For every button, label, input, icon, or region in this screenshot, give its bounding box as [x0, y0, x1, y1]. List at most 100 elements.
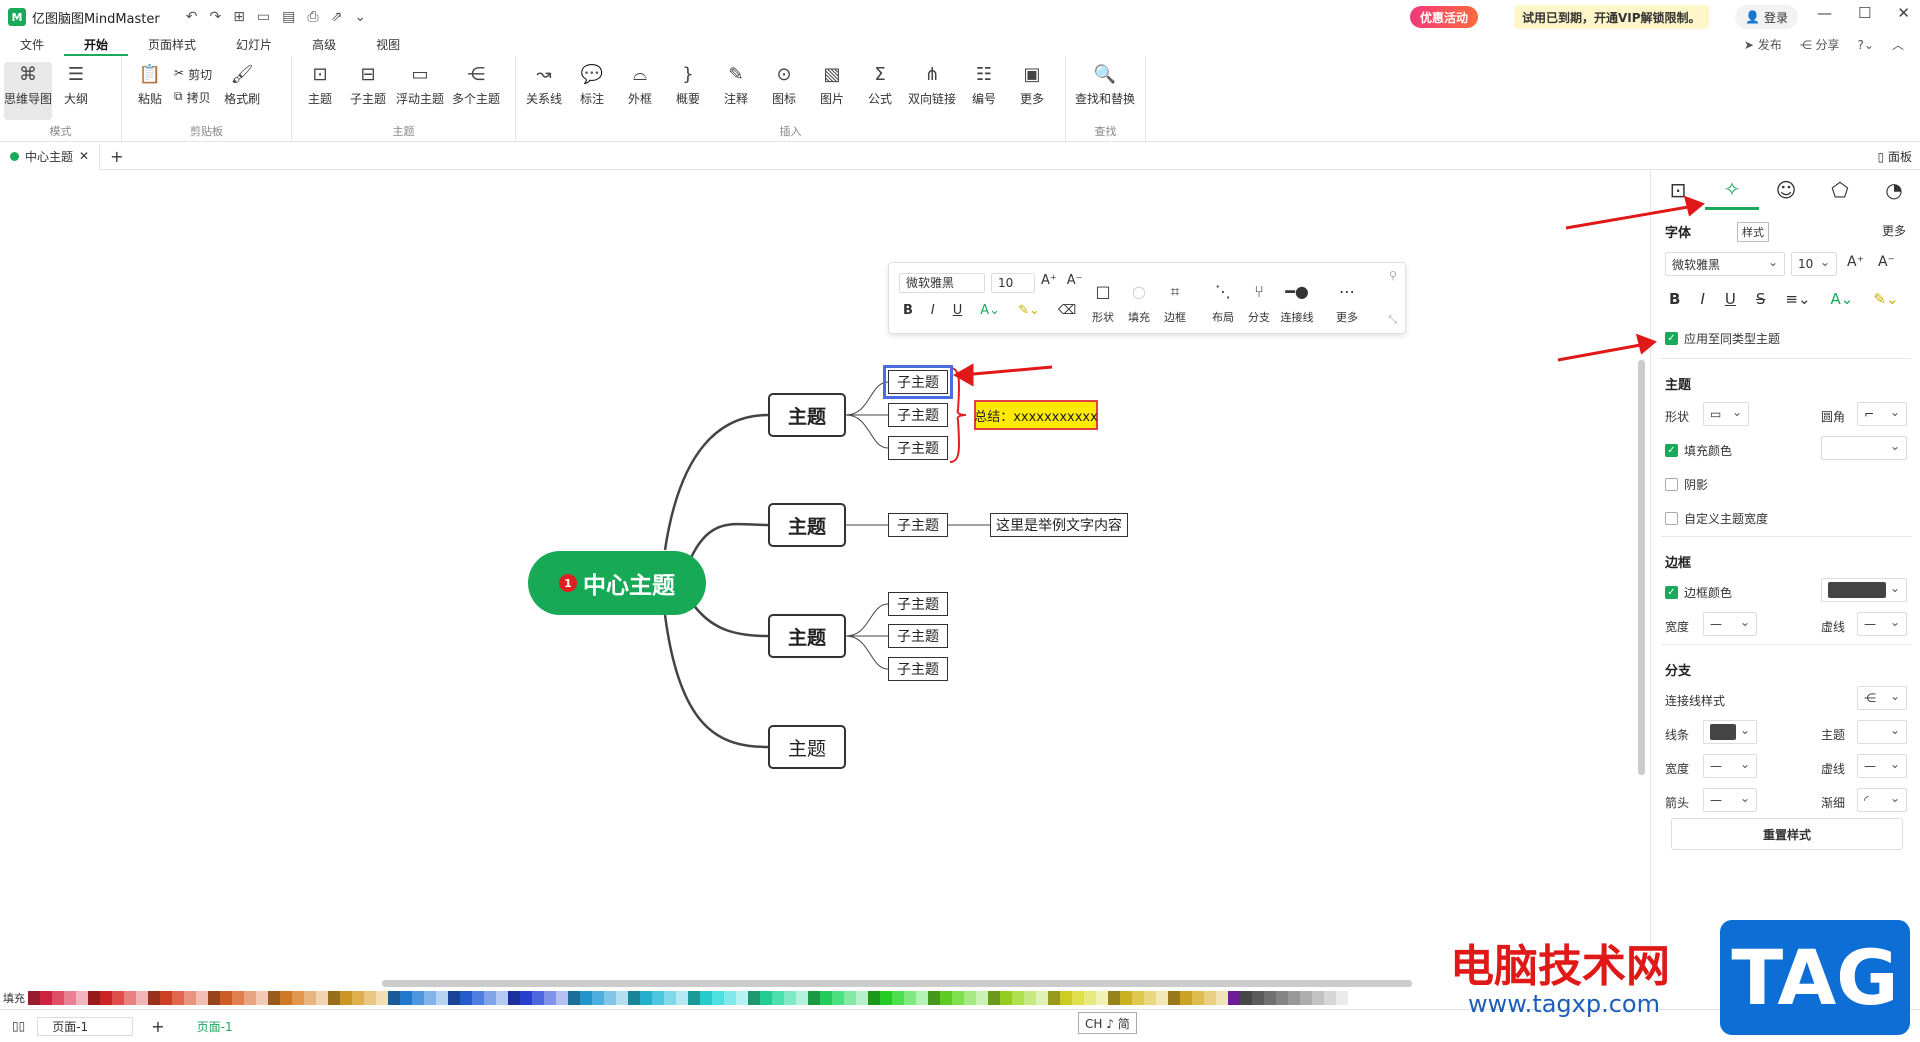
save-icon[interactable]: ▤	[282, 9, 295, 25]
help-icon[interactable]: ?⌄	[1858, 34, 1874, 56]
page-select[interactable]: 页面-1	[37, 1016, 134, 1036]
color-swatch[interactable]	[376, 991, 388, 1005]
arrow-select[interactable]: —	[1703, 788, 1757, 812]
color-swatch[interactable]	[568, 991, 580, 1005]
color-swatch[interactable]	[256, 991, 268, 1005]
color-swatch[interactable]	[352, 991, 364, 1005]
callout-button[interactable]: 💬 标注	[568, 62, 616, 107]
color-swatch[interactable]	[712, 991, 724, 1005]
color-swatch[interactable]	[832, 991, 844, 1005]
menu-slides[interactable]: 幻灯片	[216, 34, 292, 56]
more-font-link[interactable]: 更多	[1882, 222, 1906, 239]
branch-dash-select[interactable]: —	[1857, 754, 1907, 778]
color-swatch[interactable]	[1144, 991, 1156, 1005]
color-swatch[interactable]	[1156, 991, 1168, 1005]
color-swatch[interactable]	[172, 991, 184, 1005]
color-swatch[interactable]	[244, 991, 256, 1005]
color-swatch[interactable]	[196, 991, 208, 1005]
image-button[interactable]: ▧ 图片	[808, 62, 856, 107]
export-icon[interactable]: ⇗	[331, 9, 343, 25]
page-tab[interactable]: 页面-1	[183, 1018, 247, 1035]
color-swatch[interactable]	[280, 991, 292, 1005]
redo-icon[interactable]: ↷	[209, 9, 221, 25]
page-panel-icon[interactable]: ▯▯	[0, 1019, 37, 1033]
main-topic-3[interactable]: 主题	[768, 614, 846, 658]
line-style-select[interactable]: ⋲	[1857, 686, 1907, 710]
subtopic-button[interactable]: ⊟ 子主题	[344, 62, 392, 107]
color-swatch[interactable]	[1084, 991, 1096, 1005]
color-swatch[interactable]	[1096, 991, 1108, 1005]
print-icon[interactable]: ⎙	[307, 9, 318, 25]
color-swatch[interactable]	[316, 991, 328, 1005]
numbering-button[interactable]: ☷ 编号	[960, 62, 1008, 107]
menu-home[interactable]: 开始	[64, 34, 129, 56]
subtopic[interactable]: 子主题	[888, 592, 948, 616]
topic-button[interactable]: ⊡ 主题	[296, 62, 344, 107]
float-connector-button[interactable]: ━● 连接线	[1279, 281, 1315, 325]
float-layout-button[interactable]: ⋱ 布局	[1205, 281, 1241, 325]
color-swatch[interactable]	[100, 991, 112, 1005]
main-topic-1[interactable]: 主题	[768, 393, 846, 437]
color-swatch[interactable]	[940, 991, 952, 1005]
color-swatch[interactable]	[1120, 991, 1132, 1005]
color-swatch[interactable]	[28, 991, 40, 1005]
publish-button[interactable]: ➤ 发布	[1744, 34, 1782, 56]
color-swatch[interactable]	[952, 991, 964, 1005]
font-color-icon[interactable]: A⌄	[980, 303, 1000, 318]
color-swatch[interactable]	[904, 991, 916, 1005]
color-swatch[interactable]	[1024, 991, 1036, 1005]
highlight-icon[interactable]: ✎⌄	[1018, 303, 1040, 318]
shadow-checkbox[interactable]: 阴影	[1665, 476, 1708, 493]
underline-icon[interactable]: U	[953, 303, 963, 318]
color-swatch[interactable]	[304, 991, 316, 1005]
color-swatch[interactable]	[1000, 991, 1012, 1005]
color-swatch[interactable]	[1072, 991, 1084, 1005]
color-swatch[interactable]	[1300, 991, 1312, 1005]
subtopic[interactable]: 子主题	[888, 657, 948, 681]
color-swatch[interactable]	[664, 991, 676, 1005]
fill-color-select[interactable]	[1821, 436, 1907, 460]
mindmap-mode-button[interactable]: ⌘ 思维导图	[4, 62, 52, 120]
color-swatch[interactable]	[604, 991, 616, 1005]
border-width-select[interactable]: —	[1703, 612, 1757, 636]
summary-node[interactable]: 总结：xxxxxxxxxxx	[974, 400, 1098, 430]
color-swatch[interactable]	[1012, 991, 1024, 1005]
format-painter-button[interactable]: 🖌 格式刷	[218, 62, 266, 107]
color-swatch[interactable]	[1048, 991, 1060, 1005]
subtopic[interactable]: 子主题	[888, 513, 948, 537]
minimize-icon[interactable]: —	[1817, 4, 1832, 22]
float-size-select[interactable]: 10	[991, 273, 1035, 293]
color-swatch[interactable]	[448, 991, 460, 1005]
color-swatch[interactable]	[88, 991, 100, 1005]
color-swatch[interactable]	[688, 991, 700, 1005]
multiple-topics-button[interactable]: ⋲ 多个主题	[448, 62, 504, 107]
menu-page-style[interactable]: 页面样式	[128, 34, 216, 56]
color-swatch[interactable]	[340, 991, 352, 1005]
color-swatch[interactable]	[112, 991, 124, 1005]
color-swatch[interactable]	[976, 991, 988, 1005]
increase-font-icon[interactable]: A⁺	[1041, 273, 1057, 288]
color-swatch[interactable]	[64, 991, 76, 1005]
color-swatch[interactable]	[124, 991, 136, 1005]
color-swatch[interactable]	[796, 991, 808, 1005]
boundary-button[interactable]: ⌓ 外框	[616, 62, 664, 107]
color-swatch[interactable]	[676, 991, 688, 1005]
formula-button[interactable]: Σ 公式	[856, 62, 904, 107]
color-swatch[interactable]	[1180, 991, 1192, 1005]
color-swatch[interactable]	[496, 991, 508, 1005]
subtopic-selected[interactable]: 子主题	[883, 365, 953, 399]
color-swatch[interactable]	[160, 991, 172, 1005]
example-text-node[interactable]: 这里是举例文字内容	[990, 513, 1128, 537]
clear-format-icon[interactable]: ⌫	[1058, 303, 1076, 318]
undo-icon[interactable]: ↶	[186, 9, 198, 25]
float-fill-button[interactable]: ○ 填充	[1121, 281, 1157, 325]
relationship-button[interactable]: ↝ 关系线	[520, 62, 568, 107]
color-swatch[interactable]	[724, 991, 736, 1005]
close-icon[interactable]: ✕	[1897, 4, 1910, 22]
color-swatch[interactable]	[916, 991, 928, 1005]
color-swatch[interactable]	[400, 991, 412, 1005]
color-swatch[interactable]	[784, 991, 796, 1005]
icon-button[interactable]: ⊙ 图标	[760, 62, 808, 107]
border-color-checkbox[interactable]: ✓ 边框颜色	[1665, 584, 1732, 601]
color-swatch[interactable]	[364, 991, 376, 1005]
